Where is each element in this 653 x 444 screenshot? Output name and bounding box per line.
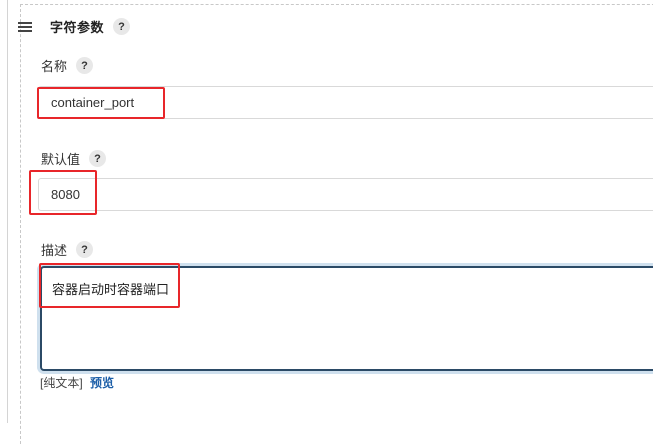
description-label: 描述 (41, 243, 68, 258)
default-value-help-icon[interactable]: ? (89, 150, 107, 167)
default-label-row: 默认值 ? (41, 149, 107, 168)
name-help-icon[interactable]: ? (76, 57, 94, 74)
page-left-rule (7, 0, 8, 423)
name-label-row: 名称 ? (41, 56, 94, 75)
description-help-icon[interactable]: ? (76, 241, 94, 258)
default-value-input[interactable]: 8080 (38, 178, 653, 211)
name-input[interactable]: container_port (38, 86, 653, 119)
plain-text-label: [纯文本] (40, 376, 83, 390)
format-row: [纯文本] 预览 (40, 374, 114, 391)
preview-link[interactable]: 预览 (90, 376, 114, 390)
drag-handle-icon[interactable] (18, 21, 32, 32)
card-header: 字符参数 ? (18, 17, 131, 36)
name-label: 名称 (41, 59, 68, 74)
string-parameter-card (20, 4, 653, 444)
description-textarea[interactable]: 容器启动时容器端口 (40, 266, 653, 371)
default-value-label: 默认值 (41, 152, 81, 167)
description-label-row: 描述 ? (41, 240, 94, 259)
card-title: 字符参数 (50, 20, 105, 35)
help-icon[interactable]: ? (113, 18, 131, 35)
